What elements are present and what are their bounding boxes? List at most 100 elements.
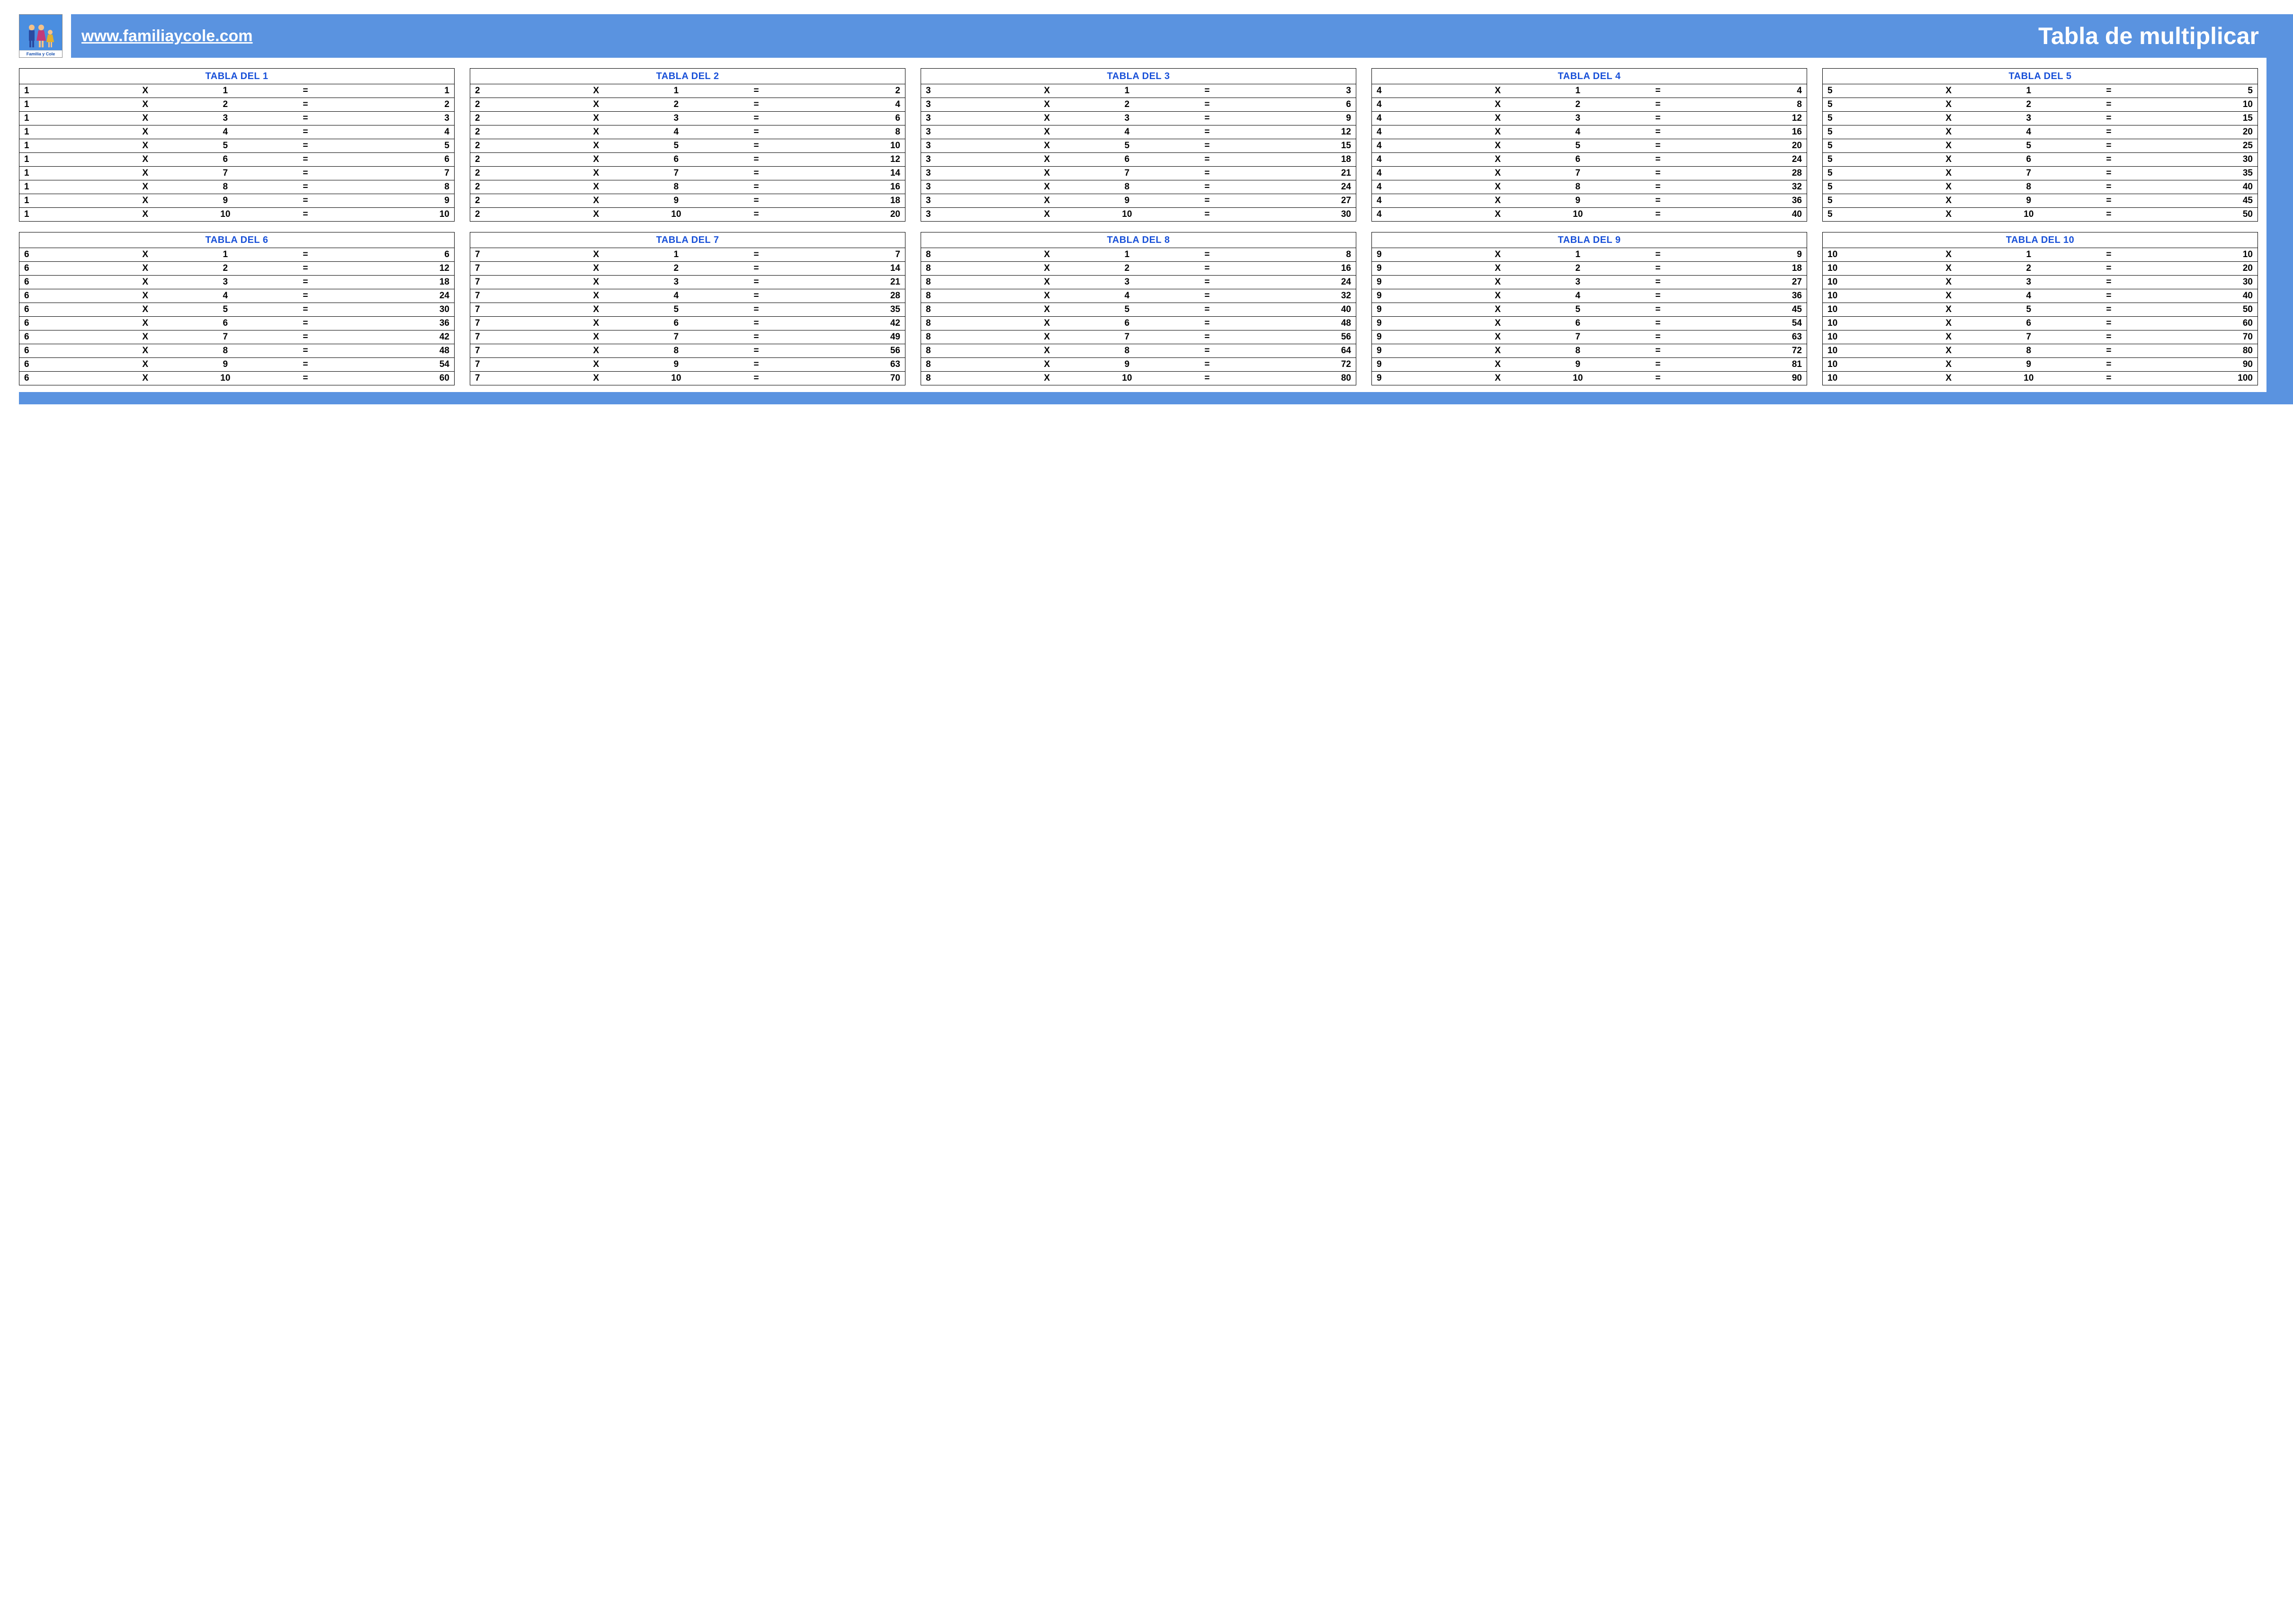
equals-symbol: = [2074,317,2143,330]
times-symbol: X [111,139,179,152]
table-row: 3X3=9 [921,112,1356,125]
multiplier: 4 [1081,125,1173,139]
multiplier: 8 [1081,180,1173,194]
table-row: 10X6=60 [1823,317,2257,330]
equals-symbol: = [1623,194,1692,207]
product: 10 [790,139,905,152]
product: 48 [340,344,454,357]
multiplier: 2 [630,262,722,275]
table-row: 4X10=40 [1372,208,1807,221]
equals-symbol: = [2074,167,2143,180]
product: 36 [340,317,454,330]
equals-symbol: = [271,330,340,344]
product: 64 [1241,344,1356,357]
equals-symbol: = [2074,153,2143,166]
table-row: 5X10=50 [1823,208,2257,221]
product: 20 [1692,139,1807,152]
times-symbol: X [1012,276,1081,289]
multiplicand: 6 [19,248,111,261]
equals-symbol: = [1623,276,1692,289]
times-symbol: X [562,84,630,98]
times-symbol: X [1012,208,1081,221]
multiplicand: 8 [921,248,1012,261]
product: 28 [790,289,905,303]
multiplier: 9 [1081,358,1173,371]
times-symbol: X [1012,194,1081,207]
table-row: 1X5=5 [19,139,454,153]
table-row: 6X6=36 [19,317,454,330]
multiplier: 5 [1532,303,1623,316]
table-row: 10X10=100 [1823,372,2257,385]
multiplier: 5 [630,139,722,152]
multiplicand: 1 [19,112,111,125]
multiplicand: 3 [921,167,1012,180]
product: 18 [1241,153,1356,166]
equals-symbol: = [722,372,790,385]
multiplicand: 4 [1372,153,1463,166]
times-symbol: X [562,180,630,194]
table-row: 7X6=42 [470,317,905,330]
product: 20 [2143,262,2257,275]
product: 80 [1241,372,1356,385]
table-row: 3X9=27 [921,194,1356,208]
multiplier: 10 [1983,208,2074,221]
multiplier: 6 [630,317,722,330]
multiplier: 5 [630,303,722,316]
times-symbol: X [1914,289,1983,303]
times-symbol: X [1463,167,1532,180]
product: 10 [2143,248,2257,261]
multiplier: 2 [179,262,271,275]
equals-symbol: = [722,358,790,371]
equals-symbol: = [722,194,790,207]
multiplier: 9 [630,358,722,371]
multiplier: 3 [179,112,271,125]
product: 36 [1692,194,1807,207]
multiplicand: 9 [1372,372,1463,385]
multiplier: 1 [179,84,271,98]
equals-symbol: = [271,208,340,221]
multiplicand: 10 [1823,289,1914,303]
table-row: 3X7=21 [921,167,1356,180]
table-row: 1X10=10 [19,208,454,221]
multiplier: 5 [1081,303,1173,316]
table-row: 9X3=27 [1372,276,1807,289]
multiplicand: 2 [470,153,562,166]
multiplier: 4 [1532,289,1623,303]
product: 9 [340,194,454,207]
multiplicand: 9 [1372,344,1463,357]
product: 21 [790,276,905,289]
times-symbol: X [111,317,179,330]
multiplier: 9 [1081,194,1173,207]
multiplicand: 5 [1823,194,1914,207]
product: 1 [340,84,454,98]
multiplier: 9 [1983,194,2074,207]
times-symbol: X [562,208,630,221]
table-row: 3X8=24 [921,180,1356,194]
equals-symbol: = [2074,208,2143,221]
times-symbol: X [562,372,630,385]
product: 16 [790,180,905,194]
product: 18 [340,276,454,289]
times-symbol: X [1012,248,1081,261]
multiplier: 4 [179,125,271,139]
multiplicand: 1 [19,125,111,139]
times-symbol: X [1914,303,1983,316]
product: 4 [790,98,905,111]
multiplication-table: TABLA DEL 22X1=22X2=42X3=62X4=82X5=102X6… [470,68,905,222]
equals-symbol: = [1623,84,1692,98]
multiplicand: 1 [19,153,111,166]
multiplicand: 9 [1372,303,1463,316]
equals-symbol: = [2074,303,2143,316]
equals-symbol: = [271,248,340,261]
equals-symbol: = [1173,303,1241,316]
multiplicand: 9 [1372,276,1463,289]
multiplicand: 3 [921,180,1012,194]
multiplier: 1 [1081,84,1173,98]
table-row: 4X4=16 [1372,125,1807,139]
equals-symbol: = [1623,330,1692,344]
product: 18 [790,194,905,207]
equals-symbol: = [271,194,340,207]
multiplicand: 6 [19,344,111,357]
times-symbol: X [111,262,179,275]
product: 4 [340,125,454,139]
